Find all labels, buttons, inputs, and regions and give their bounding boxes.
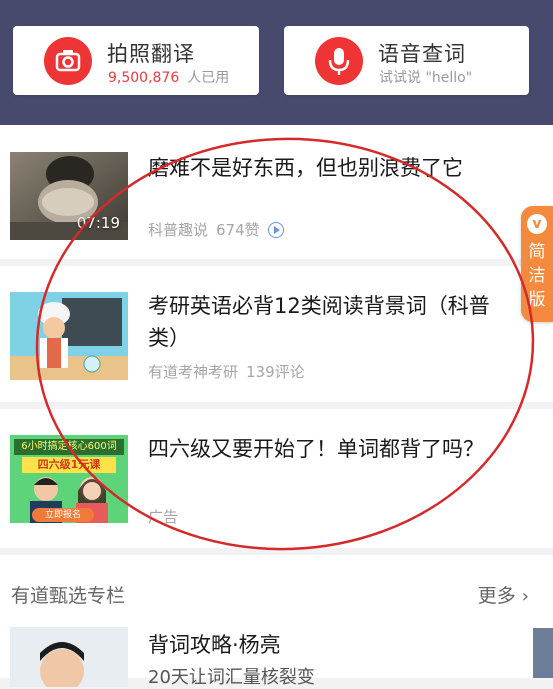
- article-thumbnail: [10, 292, 128, 380]
- voice-lookup-button[interactable]: 语音查词 试试说 "hello": [284, 26, 529, 95]
- ad-signup-label: 立即报名: [44, 510, 81, 520]
- simple-mode-tab[interactable]: v 简洁版: [521, 206, 553, 322]
- usage-count: 9,500,876: [108, 70, 180, 86]
- voice-lookup-hint: 试试说 "hello": [379, 70, 473, 86]
- feed-title[interactable]: 四六级又要开始了！单词都背了吗？: [148, 433, 518, 465]
- comment-count: 139评论: [246, 363, 305, 381]
- photo-translate-label: 拍照翻译: [107, 42, 195, 66]
- video-thumbnail: 07:19: [10, 152, 128, 240]
- video-duration: 07:19: [76, 214, 120, 232]
- photo-translate-usage: 9,500,876 人已用: [108, 67, 229, 87]
- column-thumbnail[interactable]: [10, 627, 128, 687]
- chevron-right-icon: ›: [521, 586, 529, 607]
- ad-signup-button: 立即报名: [32, 508, 94, 522]
- microphone-icon: [315, 37, 363, 85]
- feed-meta: 科普趣说 674赞: [148, 219, 292, 240]
- more-label: 更多: [477, 585, 516, 607]
- feed-title[interactable]: 磨难不是好东西，但也别浪费了它: [148, 152, 518, 184]
- next-column-thumbnail-edge[interactable]: [533, 628, 553, 678]
- ad-card[interactable]: 6小时搞定核心600词 四六级1元课 立即报名 四六级又要开始了！单词都背了吗？…: [0, 409, 553, 548]
- photo-translate-button[interactable]: 拍照翻译 9,500,876 人已用: [13, 26, 259, 95]
- ad-thumbnail: 6小时搞定核心600词 四六级1元课 立即报名: [10, 435, 128, 523]
- voice-lookup-label: 语音查词: [378, 42, 466, 66]
- play-icon[interactable]: [267, 222, 284, 238]
- feed-source: 有道考神考研: [148, 363, 239, 381]
- column-title[interactable]: 背词攻略·杨亮: [148, 629, 281, 659]
- usage-suffix: 人已用: [187, 70, 230, 86]
- feed-title[interactable]: 考研英语必背12类阅读背景词（科普类）: [148, 290, 518, 354]
- feed-source: 科普趣说: [148, 221, 209, 239]
- feed-card[interactable]: 07:19 磨难不是好东西，但也别浪费了它 科普趣说 674赞: [0, 125, 553, 259]
- ad-label: 广告: [148, 508, 179, 526]
- feed-card[interactable]: 考研英语必背12类阅读背景词（科普类） 有道考神考研 139评论: [0, 266, 553, 402]
- tools-header: 拍照翻译 9,500,876 人已用 语音查词 试试说 "hello": [0, 0, 553, 125]
- column-subtitle: 20天让词汇量核裂变: [148, 667, 315, 688]
- more-link[interactable]: 更多 ›: [478, 581, 529, 608]
- vip-badge-icon: v: [527, 214, 547, 234]
- like-count: 674赞: [216, 221, 260, 239]
- camera-icon: [44, 37, 92, 85]
- youdao-column-section: 有道甄选专栏 更多 › 背词攻略·杨亮 20天让词汇量核裂变: [0, 555, 553, 688]
- feed-meta: 有道考神考研 139评论: [148, 361, 313, 382]
- simple-mode-label: 简洁版: [528, 242, 546, 310]
- section-title: 有道甄选专栏: [11, 585, 126, 607]
